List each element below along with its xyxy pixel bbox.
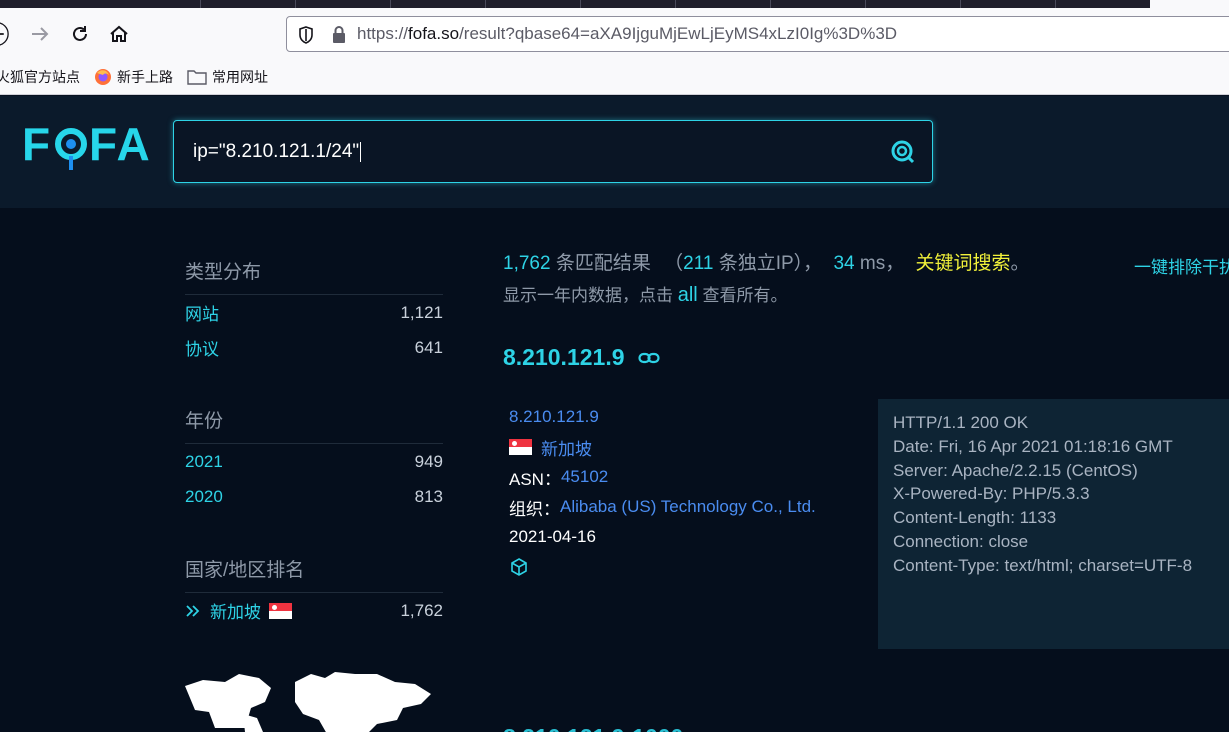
firefox-icon [95, 69, 111, 85]
svg-text:FA: FA [89, 118, 152, 170]
reload-icon [73, 26, 87, 41]
lock-icon[interactable] [331, 25, 347, 45]
result-date: 2021-04-16 [509, 527, 596, 546]
type-row-website[interactable]: 网站 1,121 [185, 295, 443, 330]
shield-icon[interactable] [297, 25, 315, 45]
tab-strip[interactable] [0, 0, 1150, 8]
singapore-flag-icon [269, 602, 292, 619]
response-headers: HTTP/1.1 200 OK Date: Fri, 16 Apr 2021 0… [878, 399, 1229, 649]
world-map[interactable] [185, 666, 431, 732]
year-distribution: 年份 2021 949 2020 813 [185, 406, 443, 514]
year-row-2021[interactable]: 2021 949 [185, 444, 443, 479]
cube-icon[interactable] [509, 557, 529, 577]
one-year-notice: 显示一年内数据，点击 all 查看所有。 [503, 284, 788, 306]
link-icon[interactable] [637, 351, 660, 365]
reload-button[interactable] [66, 20, 94, 48]
result-country-link[interactable]: 新加坡 [541, 435, 592, 460]
result-host[interactable]: 8.210.121.9 [503, 344, 660, 371]
year-title: 年份 [185, 406, 443, 444]
forward-button[interactable] [26, 20, 54, 48]
home-button[interactable] [105, 20, 133, 48]
fofa-logo[interactable]: F FA [22, 118, 155, 186]
country-title: 国家/地区排名 [185, 555, 443, 593]
browser-chrome: https://fofa.so/result?qbase64=aXA9IjguM… [0, 0, 1229, 95]
keyword-search-link[interactable]: 关键词搜索 [916, 253, 1011, 274]
type-row-protocol[interactable]: 协议 641 [185, 330, 443, 365]
all-link[interactable]: all [678, 284, 698, 306]
forward-arrow-icon [32, 27, 49, 41]
home-icon [110, 25, 128, 42]
bookmark-folder-common[interactable]: 常用网址 [187, 67, 268, 87]
result-info: 8.210.121.9 新加坡 ASN： 45102 组织： Alibaba (US… [509, 402, 816, 582]
bookmarks-toolbar: 火狐官方站点 新手上路 常用网址 [0, 64, 282, 90]
svg-text:F: F [22, 118, 52, 170]
year-row-2020[interactable]: 2020 813 [185, 479, 443, 514]
singapore-flag-icon [509, 439, 532, 455]
exclude-interference-button[interactable]: 一键排除干扰 [1134, 253, 1229, 278]
search-box[interactable]: ip="8.210.121.1/24" [173, 120, 933, 183]
result-ip-link[interactable]: 8.210.121.9 [509, 407, 599, 427]
bookmark-firefox-official[interactable]: 火狐官方站点 [0, 67, 80, 87]
asn-link[interactable]: 45102 [561, 467, 608, 487]
fofa-logo-mark: F FA [22, 118, 152, 170]
folder-icon [187, 70, 207, 85]
country-row-singapore[interactable]: 新加坡 1,762 [185, 593, 443, 628]
back-arrow-icon [0, 22, 9, 46]
result-summary: 1,762 条匹配结果 （211 条独立IP）， 34 ms， 关键词搜索。 [503, 253, 1030, 274]
url-text[interactable]: https://fofa.so/result?qbase64=aXA9IjguM… [357, 24, 897, 44]
double-chevron-right-icon [186, 604, 200, 617]
search-icon[interactable] [890, 139, 916, 165]
next-result-host[interactable]: 8.210.121.9:1000 [503, 724, 683, 732]
type-distribution: 类型分布 网站 1,121 协议 641 [185, 257, 443, 365]
org-link[interactable]: Alibaba (US) Technology Co., Ltd. [560, 497, 816, 517]
bookmark-getting-started[interactable]: 新手上路 [94, 67, 173, 87]
country-ranking: 国家/地区排名 新加坡 1,762 [185, 555, 443, 628]
address-bar[interactable]: https://fofa.so/result?qbase64=aXA9IjguM… [286, 16, 1229, 52]
search-input[interactable]: ip="8.210.121.1/24" [193, 141, 362, 163]
back-button[interactable] [0, 20, 16, 48]
type-title: 类型分布 [185, 257, 443, 295]
